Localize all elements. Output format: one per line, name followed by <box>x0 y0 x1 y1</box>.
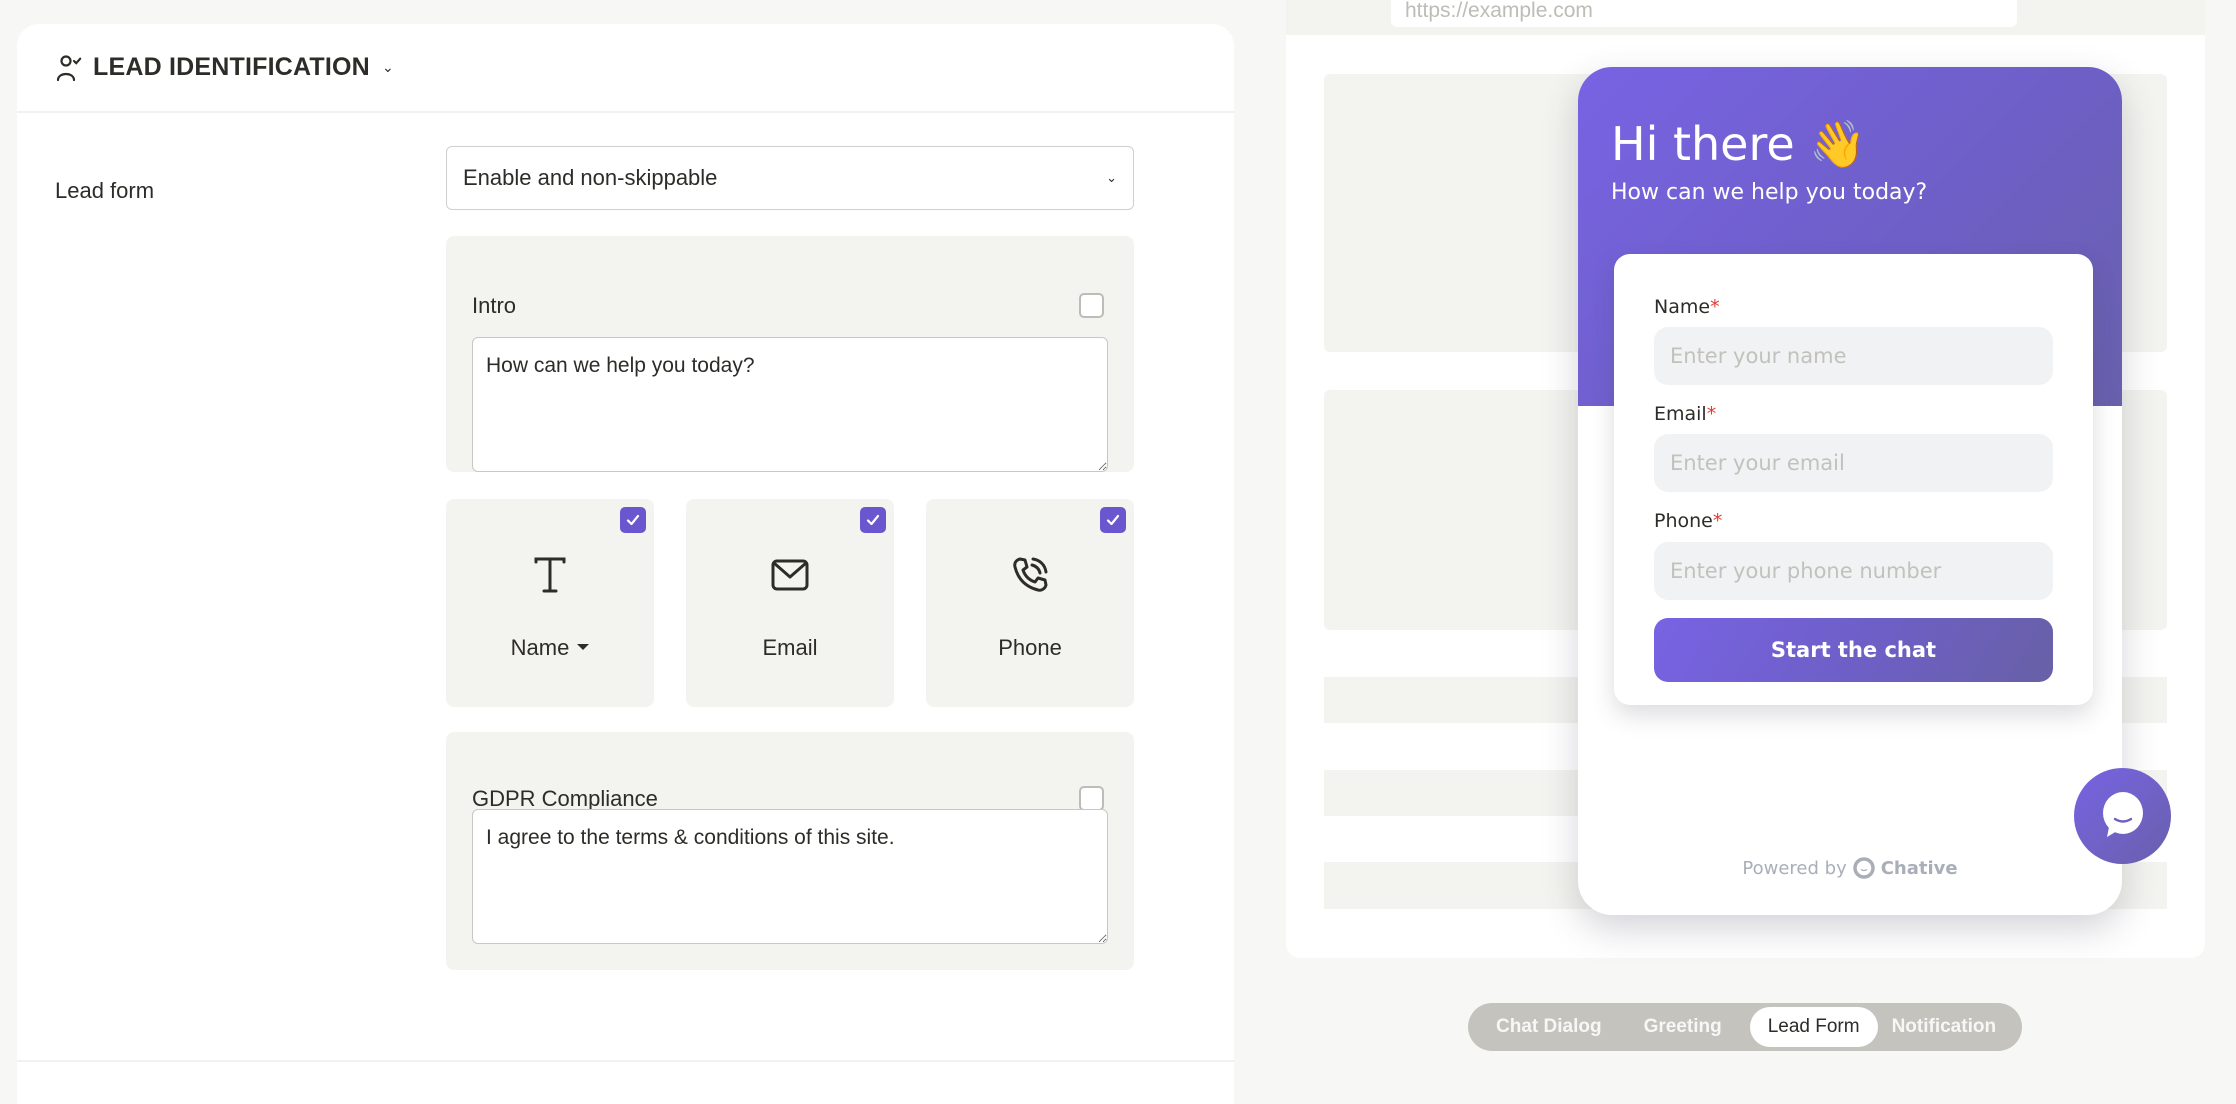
field-card-phone[interactable]: Phone <box>926 499 1134 707</box>
powered-by: Powered by Chative <box>1578 857 2122 879</box>
name-field-label: Name <box>510 635 570 660</box>
check-icon <box>1106 514 1120 526</box>
tab-greeting[interactable]: Greeting <box>1630 1007 1736 1047</box>
tab-notification[interactable]: Notification <box>1878 1007 2011 1047</box>
gdpr-textarea[interactable]: I agree to the terms & conditions of thi… <box>472 809 1108 944</box>
chative-logo-icon <box>1852 857 1875 879</box>
tab-chat-dialog[interactable]: Chat Dialog <box>1482 1007 1616 1047</box>
chat-widget-preview: Hi there 👋 How can we help you today? Na… <box>1578 67 2122 915</box>
text-t-icon <box>534 557 566 593</box>
email-input-label: Email* <box>1654 403 1717 425</box>
chevron-down-icon[interactable]: ⌄ <box>382 59 394 76</box>
field-card-email[interactable]: Email <box>686 499 894 707</box>
name-input[interactable] <box>1654 327 2053 385</box>
chevron-down-icon: ⌄ <box>1106 170 1117 185</box>
intro-checkbox[interactable] <box>1079 293 1104 318</box>
lead-form-select-value: Enable and non-skippable <box>463 165 718 190</box>
gdpr-panel: GDPR Compliance I agree to the terms & c… <box>446 732 1134 970</box>
divider <box>17 1060 1234 1062</box>
tab-lead-form[interactable]: Lead Form <box>1749 1007 1878 1047</box>
preview-tabs: Chat Dialog Greeting Lead Form Notificat… <box>1468 1003 2022 1051</box>
phone-field-label: Phone <box>998 635 1062 660</box>
section-header[interactable]: LEAD IDENTIFICATION ⌄ <box>17 24 1234 113</box>
widget-title: Hi there 👋 <box>1611 117 1867 171</box>
check-icon <box>866 514 880 526</box>
chat-launcher-button[interactable] <box>2074 768 2171 864</box>
name-field-checkbox[interactable] <box>620 507 646 533</box>
name-input-label: Name* <box>1654 296 1720 318</box>
lead-form-card: Name* Email* Phone* Start the chat <box>1614 254 2093 705</box>
email-field-checkbox[interactable] <box>860 507 886 533</box>
intro-textarea[interactable]: How can we help you today? <box>472 337 1108 472</box>
lead-form-label: Lead form <box>55 178 155 203</box>
field-card-name[interactable]: Name <box>446 499 654 707</box>
gdpr-checkbox[interactable] <box>1079 786 1104 811</box>
chat-bubble-icon <box>2102 792 2143 837</box>
lead-identification-card: LEAD IDENTIFICATION ⌄ Lead form Enable a… <box>17 24 1234 1104</box>
phone-input-label: Phone* <box>1654 510 1723 532</box>
user-check-icon <box>56 54 82 81</box>
widget-subtitle: How can we help you today? <box>1611 180 1928 205</box>
email-field-label: Email <box>762 635 818 660</box>
phone-input[interactable] <box>1654 542 2053 600</box>
email-input[interactable] <box>1654 434 2053 492</box>
caret-down-icon[interactable] <box>577 644 590 651</box>
preview-url-bar: https://example.com <box>1391 0 2017 27</box>
brand-name: Chative <box>1880 857 1958 879</box>
powered-by-text: Powered by <box>1742 857 1847 879</box>
section-title: LEAD IDENTIFICATION <box>93 53 370 81</box>
lead-form-select[interactable]: Enable and non-skippable ⌄ <box>446 146 1134 210</box>
intro-panel: Intro How can we help you today? <box>446 236 1134 472</box>
intro-label: Intro <box>472 293 517 318</box>
envelope-icon <box>771 559 809 591</box>
check-icon <box>626 514 640 526</box>
phone-field-checkbox[interactable] <box>1100 507 1126 533</box>
start-chat-button[interactable]: Start the chat <box>1654 618 2053 682</box>
phone-call-icon <box>1013 557 1048 592</box>
